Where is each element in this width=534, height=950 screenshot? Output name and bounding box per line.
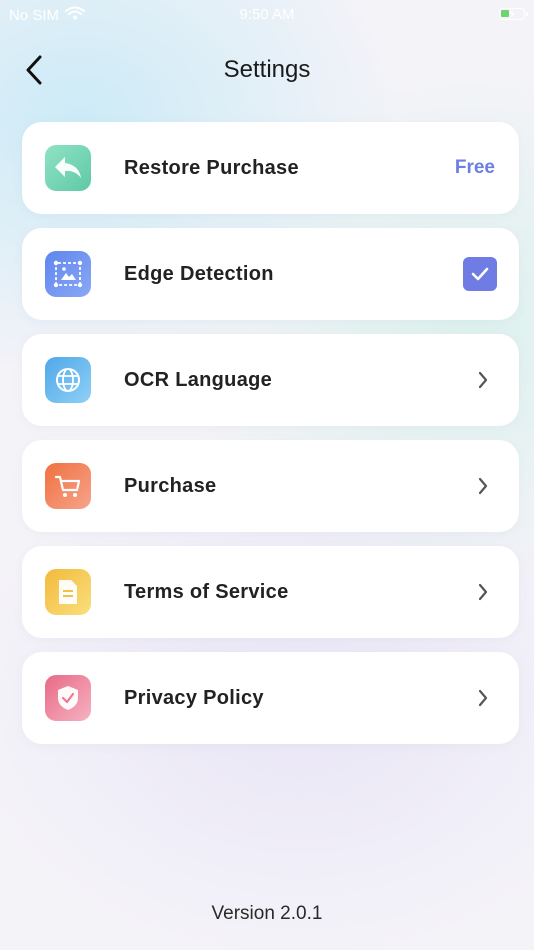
image-frame-icon	[45, 251, 91, 297]
checkmark-icon	[471, 267, 489, 281]
chevron-right-icon	[478, 371, 488, 389]
reply-arrow-icon	[45, 145, 91, 191]
edge-detection-row[interactable]: Edge Detection	[22, 228, 519, 320]
status-time: 9:50 AM	[239, 6, 295, 23]
chevron-right-icon	[478, 583, 488, 601]
shield-check-icon	[45, 675, 91, 721]
row-label: Edge Detection	[124, 263, 274, 285]
row-label: Restore Purchase	[124, 157, 299, 179]
ocr-language-row[interactable]: OCR Language	[22, 334, 519, 426]
version-label: Version 2.0.1	[211, 903, 323, 924]
edge-detection-checkbox[interactable]	[463, 257, 497, 291]
free-badge: Free	[454, 157, 495, 178]
cart-icon	[45, 463, 91, 509]
purchase-row[interactable]: Purchase	[22, 440, 519, 532]
restore-purchase-row[interactable]: Restore Purchase Free	[22, 122, 519, 214]
chevron-right-icon	[478, 477, 488, 495]
row-label: Purchase	[124, 475, 217, 497]
chevron-right-icon	[478, 689, 488, 707]
row-label: Terms of Service	[124, 581, 289, 603]
row-label: OCR Language	[124, 369, 273, 391]
page-title: Settings	[223, 56, 311, 83]
terms-of-service-row[interactable]: Terms of Service	[22, 546, 519, 638]
document-icon	[45, 569, 91, 615]
globe-icon	[45, 357, 91, 403]
row-label: Privacy Policy	[124, 687, 264, 709]
status-bar: No SIM 9:50 AM	[0, 0, 534, 30]
privacy-policy-row[interactable]: Privacy Policy	[22, 652, 519, 744]
battery-icon	[499, 8, 528, 20]
navigation-bar: Settings	[0, 42, 534, 98]
